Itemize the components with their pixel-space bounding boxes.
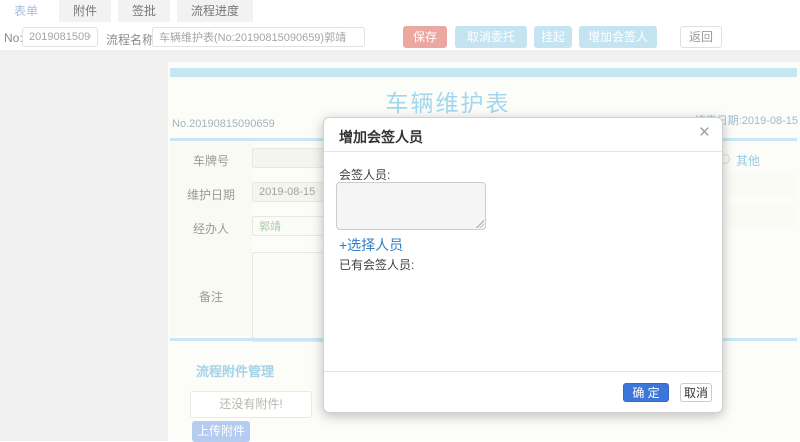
handler-label: 经办人 — [192, 222, 229, 236]
tab-sign-approval[interactable]: 签批 — [118, 0, 171, 22]
suspend-button[interactable]: 挂起 — [534, 26, 572, 48]
modal-footer: 确 定 取消 — [324, 371, 722, 412]
panel-top-accent-bar — [170, 68, 797, 77]
add-countersign-modal: 增加会签人员 × 会签人员: +选择人员 已有会签人员: 确 定 取消 — [323, 117, 723, 413]
other-link[interactable]: 其他 — [736, 152, 760, 169]
upload-attachment-button[interactable]: 上传附件 — [192, 421, 250, 442]
save-button[interactable]: 保存 — [403, 26, 447, 48]
maintenance-date-label: 维护日期 — [186, 188, 235, 202]
cancel-button[interactable]: 取消 — [680, 383, 712, 402]
no-input[interactable] — [22, 27, 98, 47]
countersign-person-textarea[interactable] — [336, 182, 486, 230]
select-person-link[interactable]: +选择人员 — [339, 235, 403, 255]
remarks-label: 备注 — [198, 290, 223, 304]
tab-attachment[interactable]: 附件 — [59, 0, 112, 22]
modal-title: 增加会签人员 — [339, 129, 423, 145]
toolbar: No: 流程名称: 保存 取消委托 挂起 增加会签人 返回 — [0, 24, 800, 50]
tab-form[interactable]: 表单 — [0, 0, 53, 22]
add-countersign-button[interactable]: 增加会签人 — [579, 26, 657, 48]
close-icon[interactable]: × — [699, 123, 710, 142]
plate-number-label: 车牌号 — [192, 154, 229, 168]
modal-header: 增加会签人员 × — [324, 118, 722, 152]
countersign-person-label: 会签人员: — [339, 168, 391, 182]
attachment-section-heading: 流程附件管理 — [196, 364, 275, 379]
form-no-text: No.20190815090659 — [172, 118, 275, 130]
existing-countersign-label: 已有会签人员: — [339, 258, 415, 272]
tab-bar: 表单 附件 签批 流程进度 — [0, 0, 800, 22]
confirm-button[interactable]: 确 定 — [623, 383, 669, 402]
form-title: 车辆维护表 — [385, 90, 511, 116]
label-column-background — [170, 142, 252, 336]
attachment-empty-box: 还没有附件! — [190, 391, 312, 418]
process-name-input[interactable] — [152, 27, 365, 47]
process-name-label: 流程名称: — [106, 33, 158, 47]
cancel-delegation-button[interactable]: 取消委托 — [455, 26, 527, 48]
no-label: No: — [4, 31, 23, 45]
back-button[interactable]: 返回 — [680, 26, 722, 48]
tab-process-progress[interactable]: 流程进度 — [177, 0, 254, 22]
